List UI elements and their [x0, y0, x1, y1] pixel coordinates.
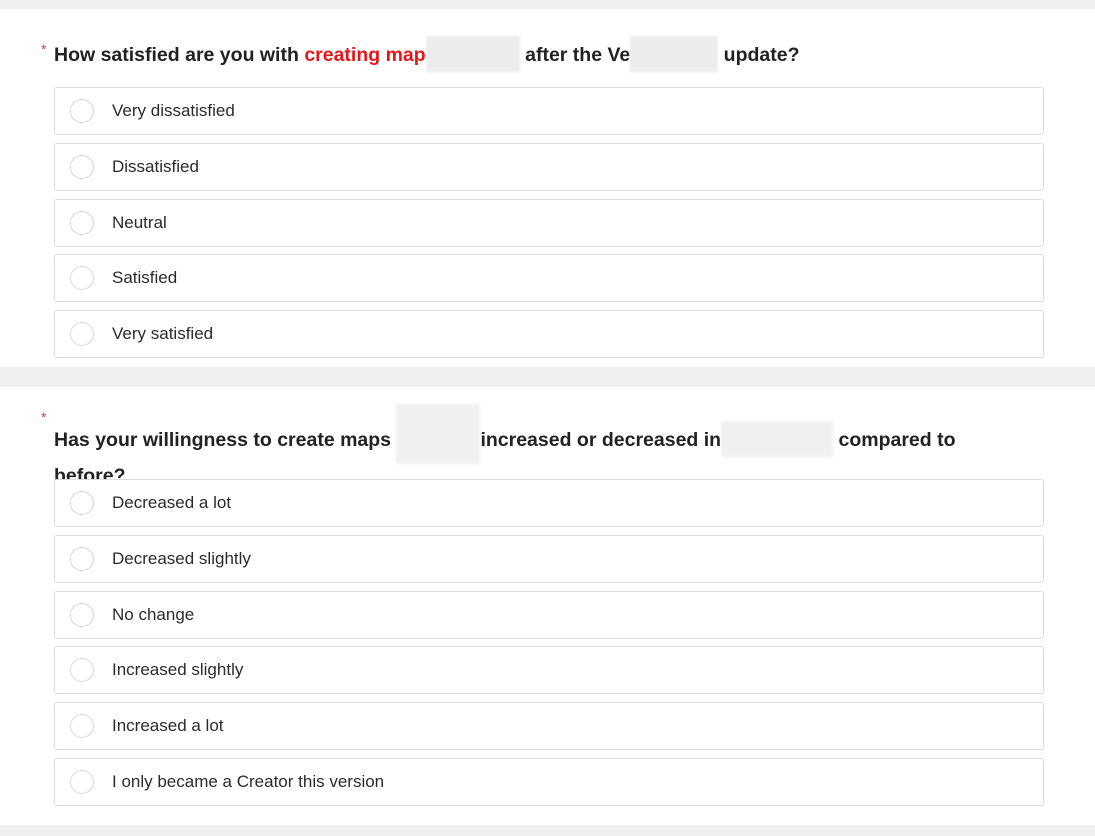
option-label: Very satisfied [112, 324, 214, 344]
option-label: Neutral [112, 212, 167, 232]
radio-button[interactable] [70, 491, 94, 515]
option-dissatisfied[interactable]: Dissatisfied [54, 142, 1044, 191]
options-list: Decreased a lot Decreased slightly No ch… [54, 479, 1044, 814]
option-label: No change [112, 604, 195, 624]
required-asterisk: * [41, 41, 47, 57]
radio-button[interactable] [70, 714, 94, 739]
redacted-text [630, 36, 719, 72]
redacted-text [425, 36, 520, 72]
option-label: Dissatisfied [112, 156, 199, 176]
option-label: Satisfied [112, 268, 178, 288]
radio-button[interactable] [70, 658, 94, 683]
radio-button[interactable] [70, 210, 94, 235]
question-title-text: increased or decreased in [480, 429, 722, 451]
question-title-text: update? [718, 44, 800, 66]
question-title: How satisfied are you with creating map … [54, 36, 994, 72]
radio-button[interactable] [70, 769, 94, 794]
radio-button[interactable] [70, 154, 94, 179]
radio-button[interactable] [70, 322, 94, 347]
question-title: Has your willingness to create maps incr… [54, 404, 994, 488]
redacted-text [721, 421, 834, 457]
question-title-text: Has your willingness to create maps [54, 429, 397, 451]
options-list: Very dissatisfied Dissatisfied Neutral S… [54, 87, 1044, 366]
option-very-satisfied[interactable]: Very satisfied [54, 310, 1044, 359]
question-title-highlight: creating map [304, 44, 426, 66]
option-decreased-a-lot[interactable]: Decreased a lot [54, 479, 1044, 527]
option-label: Very dissatisfied [112, 101, 235, 120]
option-new-creator[interactable]: I only became a Creator this version [54, 757, 1044, 806]
option-label: Decreased a lot [112, 493, 232, 512]
card-separator [0, 367, 1095, 387]
option-increased-slightly[interactable]: Increased slightly [54, 646, 1044, 695]
option-label: I only became a Creator this version [112, 771, 385, 791]
option-neutral[interactable]: Neutral [54, 198, 1044, 247]
question-card-satisfaction: * How satisfied are you with creating ma… [0, 9, 1095, 367]
option-label: Decreased slightly [112, 548, 251, 568]
question-title-text: after the Ve [519, 44, 631, 66]
option-very-dissatisfied[interactable]: Very dissatisfied [54, 87, 1044, 135]
radio-button[interactable] [70, 266, 94, 291]
radio-button[interactable] [70, 546, 94, 571]
page-top-spacer [0, 0, 1095, 9]
redacted-text [396, 404, 481, 464]
required-asterisk: * [41, 409, 47, 425]
option-increased-a-lot[interactable]: Increased a lot [54, 702, 1044, 751]
option-label: Increased slightly [112, 660, 244, 680]
option-label: Increased a lot [112, 716, 224, 736]
option-decreased-slightly[interactable]: Decreased slightly [54, 534, 1044, 583]
radio-button[interactable] [70, 99, 94, 123]
option-no-change[interactable]: No change [54, 590, 1044, 639]
option-satisfied[interactable]: Satisfied [54, 254, 1044, 303]
question-title-text: How satisfied are you with [54, 44, 305, 66]
radio-button[interactable] [70, 602, 94, 627]
page-bottom-spacer [0, 825, 1095, 836]
